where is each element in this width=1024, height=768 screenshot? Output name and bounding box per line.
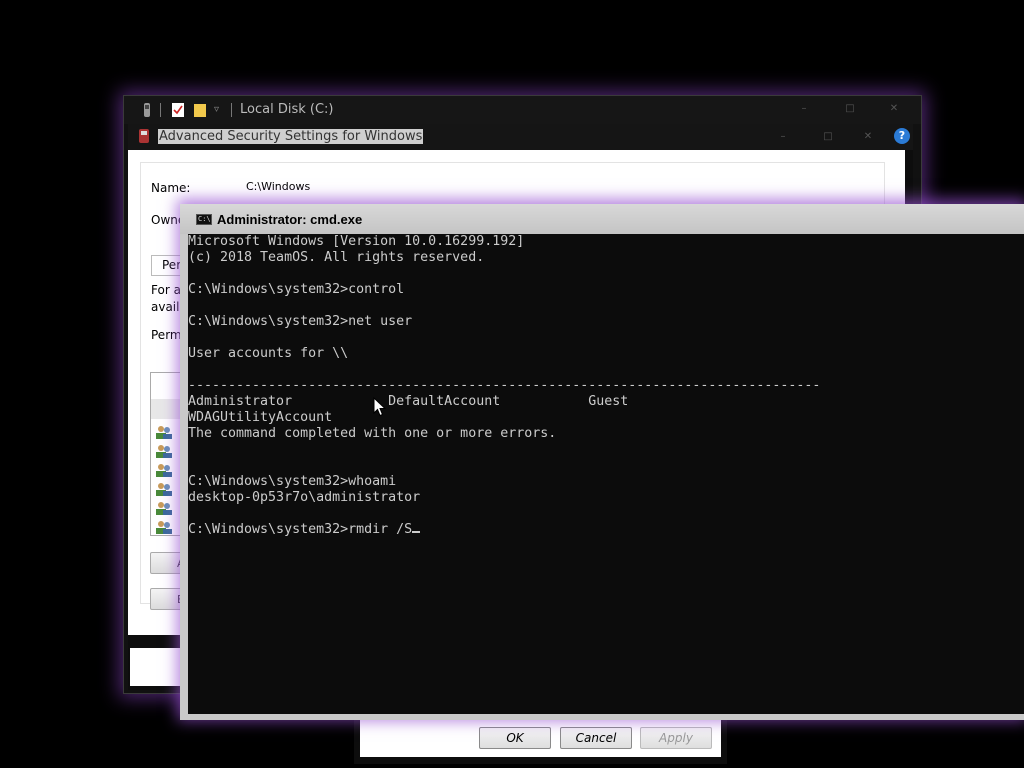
cancel-button[interactable]: Cancel	[560, 727, 632, 749]
maximize-button[interactable]: □	[837, 100, 863, 118]
console-line: Administrator DefaultAccount Guest	[188, 394, 629, 409]
cmd-prompt-icon: C:\	[196, 214, 212, 225]
user-group-icon	[156, 426, 172, 439]
user-group-icon	[156, 445, 172, 458]
minimize-button[interactable]: –	[791, 100, 817, 118]
description-line-1: For a	[151, 283, 181, 297]
advanced-security-footer	[130, 648, 180, 686]
new-folder-icon[interactable]	[194, 103, 206, 117]
console-line: User accounts for \\	[188, 346, 349, 361]
cmd-title-bar[interactable]: C:\ Administrator: cmd.exe	[180, 204, 1024, 234]
ok-button[interactable]: OK	[479, 727, 551, 749]
toolbar-separator	[231, 103, 232, 117]
console-line: The command completed with one or more e…	[188, 426, 557, 441]
mouse-pointer-icon	[373, 397, 387, 417]
user-group-icon	[156, 521, 172, 534]
advanced-security-title: Advanced Security Settings for Windows	[158, 129, 424, 144]
help-icon[interactable]: ?	[894, 128, 910, 144]
toolbar-separator	[160, 103, 161, 117]
explorer-title-bar[interactable]: ▿ Local Disk (C:) – □ ✕	[124, 96, 921, 124]
console-line: Microsoft Windows [Version 10.0.16299.19…	[188, 234, 525, 249]
console-output[interactable]: Microsoft Windows [Version 10.0.16299.19…	[188, 234, 1024, 714]
console-text: Microsoft Windows [Version 10.0.16299.19…	[188, 234, 820, 538]
console-line: C:\Windows\system32>rmdir /S	[188, 522, 413, 537]
properties-icon[interactable]	[141, 103, 153, 117]
close-button[interactable]: ✕	[855, 128, 881, 146]
apply-button[interactable]: Apply	[640, 727, 712, 749]
console-line: C:\Windows\system32>whoami	[188, 474, 397, 489]
maximize-button[interactable]: □	[815, 128, 841, 146]
description-line-2: avail	[151, 300, 180, 314]
console-line: (c) 2018 TeamOS. All rights reserved.	[188, 250, 485, 265]
cmd-window: C:\ Administrator: cmd.exe Microsoft Win…	[180, 204, 1024, 720]
user-group-icon	[156, 502, 172, 515]
user-group-icon	[156, 464, 172, 477]
close-button[interactable]: ✕	[881, 100, 907, 118]
customize-toolbar-chevron-icon[interactable]: ▿	[214, 104, 219, 115]
name-value: C:\Windows	[246, 180, 311, 193]
shield-icon	[139, 129, 149, 143]
text-cursor	[412, 531, 421, 533]
checklist-icon[interactable]	[172, 103, 184, 117]
cmd-window-title: Administrator: cmd.exe	[217, 212, 363, 227]
name-label: Name:	[151, 181, 191, 195]
user-group-icon	[156, 483, 172, 496]
console-line: C:\Windows\system32>net user	[188, 314, 413, 329]
console-line: WDAGUtilityAccount	[188, 410, 333, 425]
explorer-window-title: Local Disk (C:)	[240, 102, 334, 117]
console-line: C:\Windows\system32>control	[188, 282, 405, 297]
console-line: ----------------------------------------…	[188, 378, 821, 393]
advanced-security-title-bar[interactable]: Advanced Security Settings for Windows –…	[128, 124, 913, 150]
permission-entries-label: Perm	[151, 328, 182, 342]
console-line: desktop-0p53r7o\administrator	[188, 490, 421, 505]
minimize-button[interactable]: –	[770, 128, 796, 146]
